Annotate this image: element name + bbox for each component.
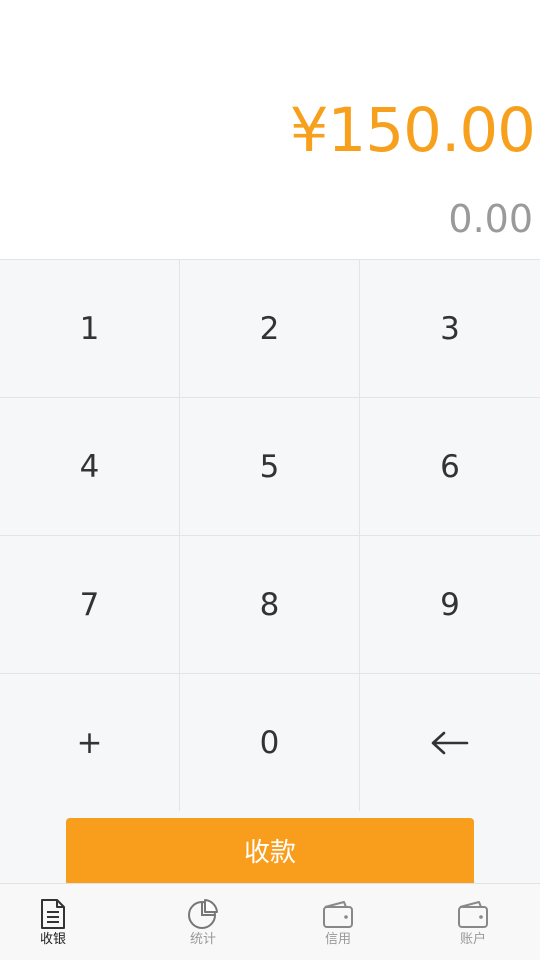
backspace-arrow-icon bbox=[431, 731, 469, 754]
tab-credit[interactable]: 信用 bbox=[293, 884, 383, 960]
tab-cashier-label: 收银 bbox=[39, 932, 66, 947]
tab-statistics[interactable]: 统计 bbox=[158, 884, 248, 960]
key-0[interactable]: 0 bbox=[180, 674, 360, 812]
key-3[interactable]: 3 bbox=[360, 260, 540, 398]
collect-payment-button[interactable]: 收款 bbox=[66, 818, 474, 883]
wallet-icon bbox=[322, 898, 354, 930]
key-9[interactable]: 9 bbox=[360, 536, 540, 674]
tab-account[interactable]: 账户 bbox=[428, 884, 518, 960]
wallet-icon bbox=[457, 898, 489, 930]
pay-area: 收款 bbox=[0, 811, 540, 883]
key-4[interactable]: 4 bbox=[0, 398, 180, 536]
key-6[interactable]: 6 bbox=[360, 398, 540, 536]
number-keypad: 1 2 3 4 5 6 7 8 9 + 0 bbox=[0, 259, 540, 812]
tab-statistics-label: 统计 bbox=[189, 932, 216, 947]
key-5[interactable]: 5 bbox=[180, 398, 360, 536]
total-amount: ¥150.00 bbox=[289, 95, 536, 166]
key-7[interactable]: 7 bbox=[0, 536, 180, 674]
amount-display: ¥150.00 0.00 bbox=[0, 0, 540, 259]
key-plus[interactable]: + bbox=[0, 674, 180, 812]
tab-account-label: 账户 bbox=[459, 932, 486, 947]
key-2[interactable]: 2 bbox=[180, 260, 360, 398]
key-backspace[interactable] bbox=[360, 674, 540, 812]
key-8[interactable]: 8 bbox=[180, 536, 360, 674]
pie-chart-icon bbox=[187, 898, 219, 930]
bottom-tab-bar: 收银 统计 信用 账户 bbox=[0, 883, 540, 960]
tab-credit-label: 信用 bbox=[324, 932, 351, 947]
current-input: 0.00 bbox=[448, 197, 533, 241]
tab-cashier[interactable]: 收银 bbox=[8, 884, 98, 960]
document-icon bbox=[39, 898, 67, 930]
cashier-screen: ¥150.00 0.00 1 2 3 4 5 6 7 8 9 + 0 收款 收银… bbox=[0, 0, 540, 960]
key-1[interactable]: 1 bbox=[0, 260, 180, 398]
